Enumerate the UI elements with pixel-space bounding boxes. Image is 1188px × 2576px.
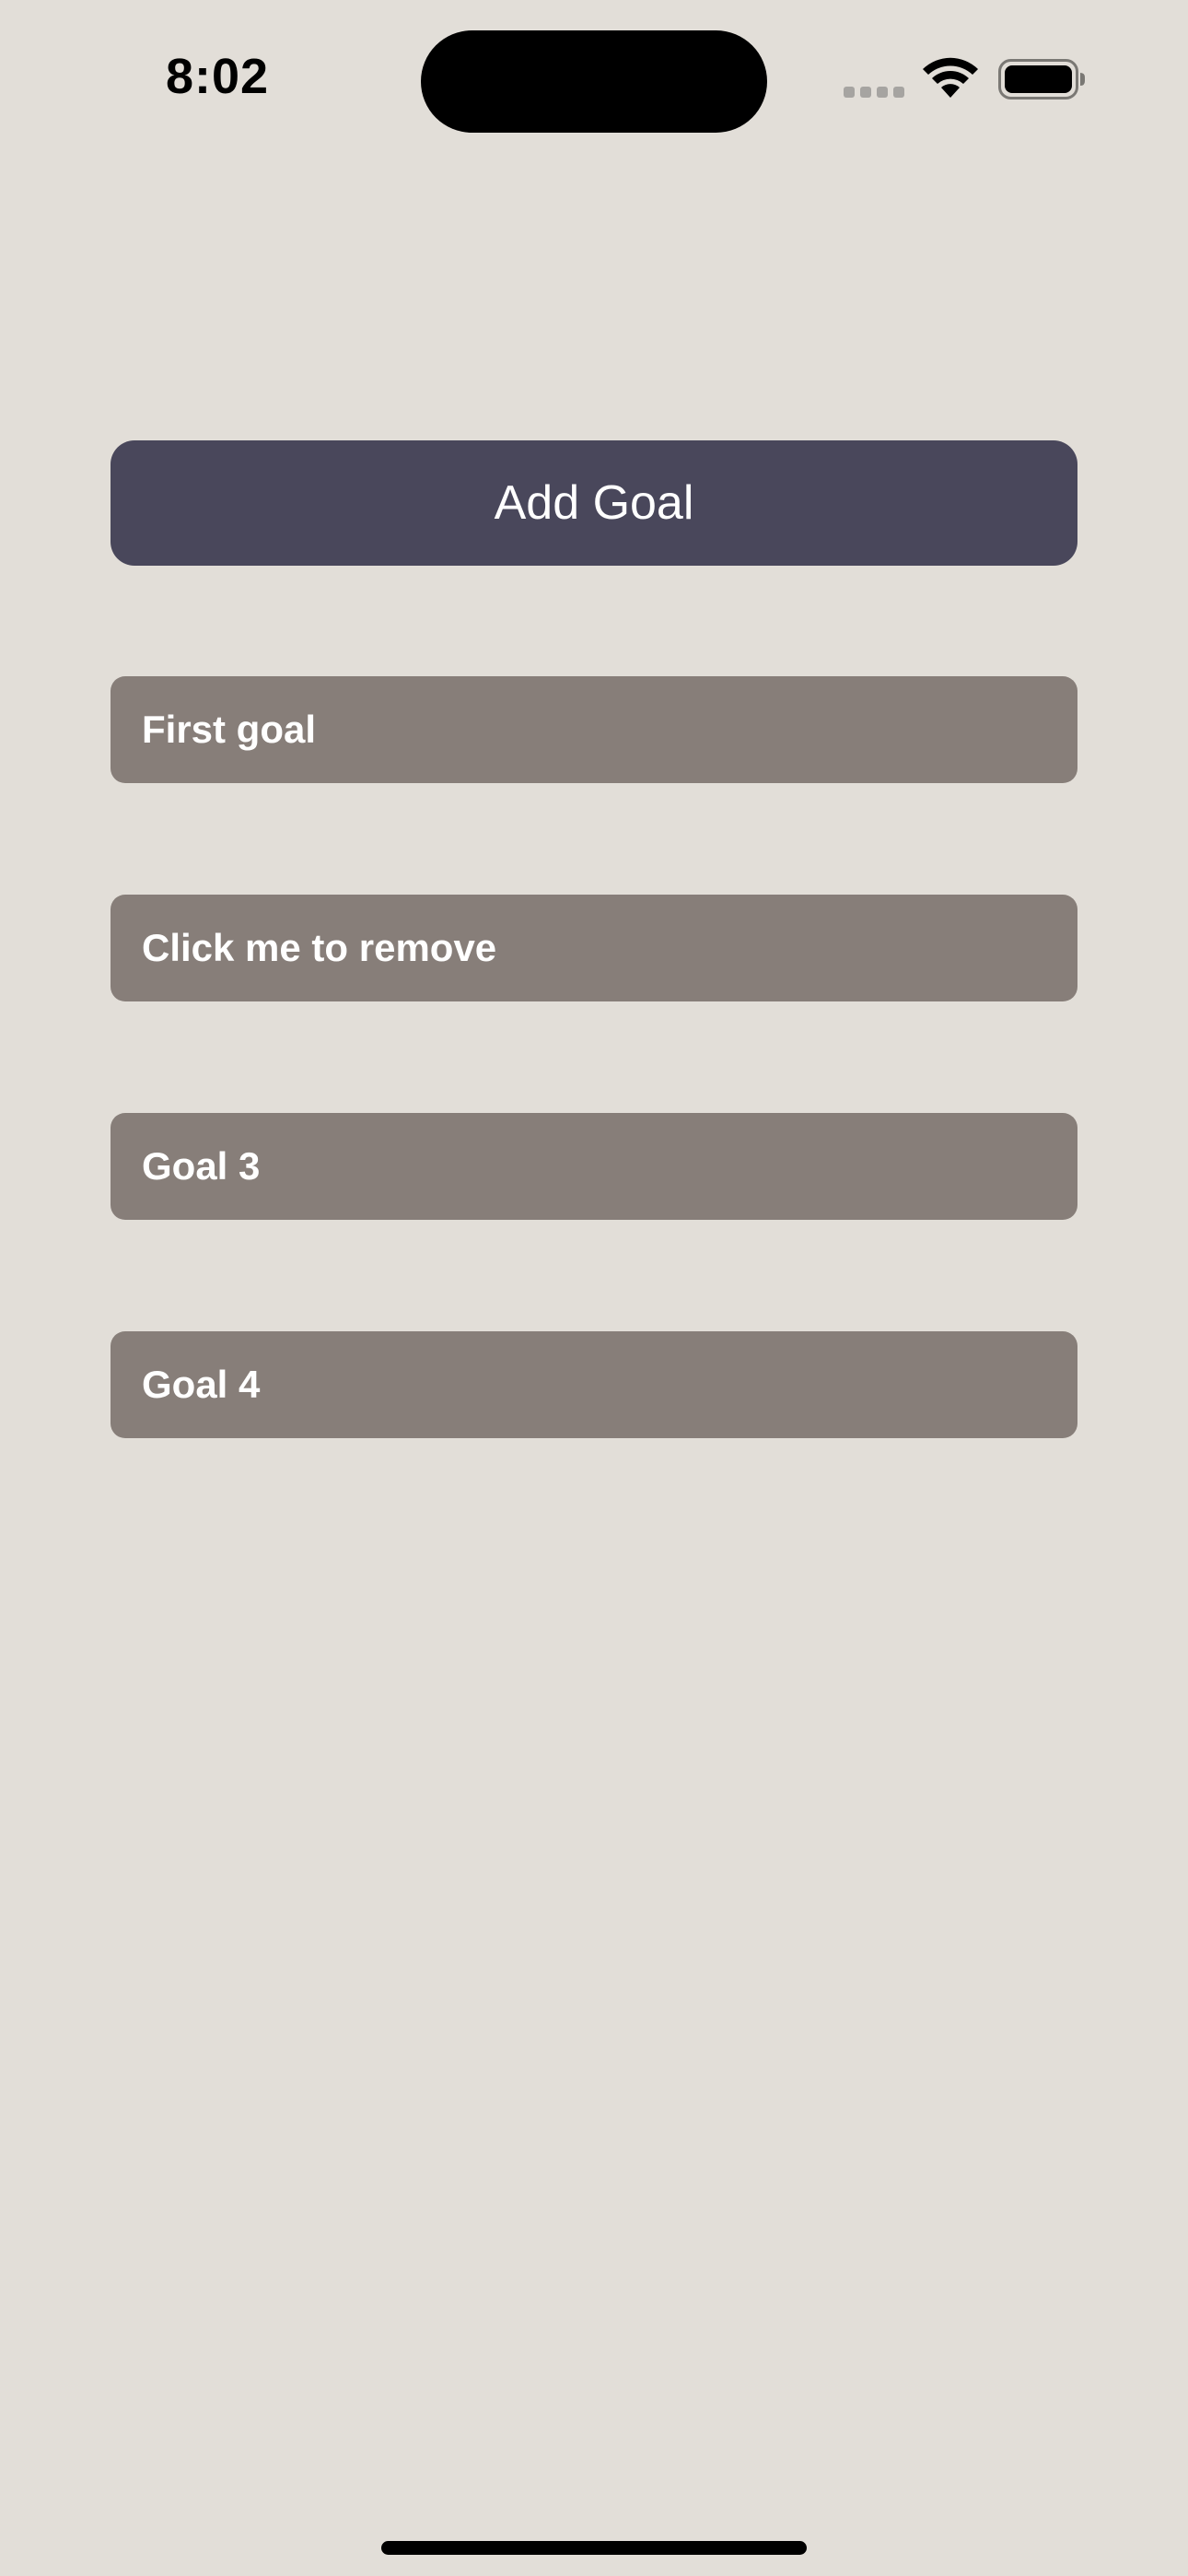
goal-item-first[interactable]: First goal (111, 676, 1077, 783)
add-goal-button[interactable]: Add Goal (111, 440, 1077, 566)
wifi-icon (923, 57, 978, 98)
goal-item-3[interactable]: Goal 3 (111, 1113, 1077, 1220)
home-indicator[interactable] (381, 2541, 807, 2555)
goal-item-click-to-remove[interactable]: Click me to remove (111, 895, 1077, 1001)
status-time: 8:02 (166, 49, 270, 104)
goal-item-4[interactable]: Goal 4 (111, 1331, 1077, 1438)
dynamic-island (421, 30, 767, 133)
battery-icon (998, 59, 1085, 100)
status-bar: 8:02 (0, 0, 1188, 138)
cellular-signal-icon (844, 87, 904, 98)
